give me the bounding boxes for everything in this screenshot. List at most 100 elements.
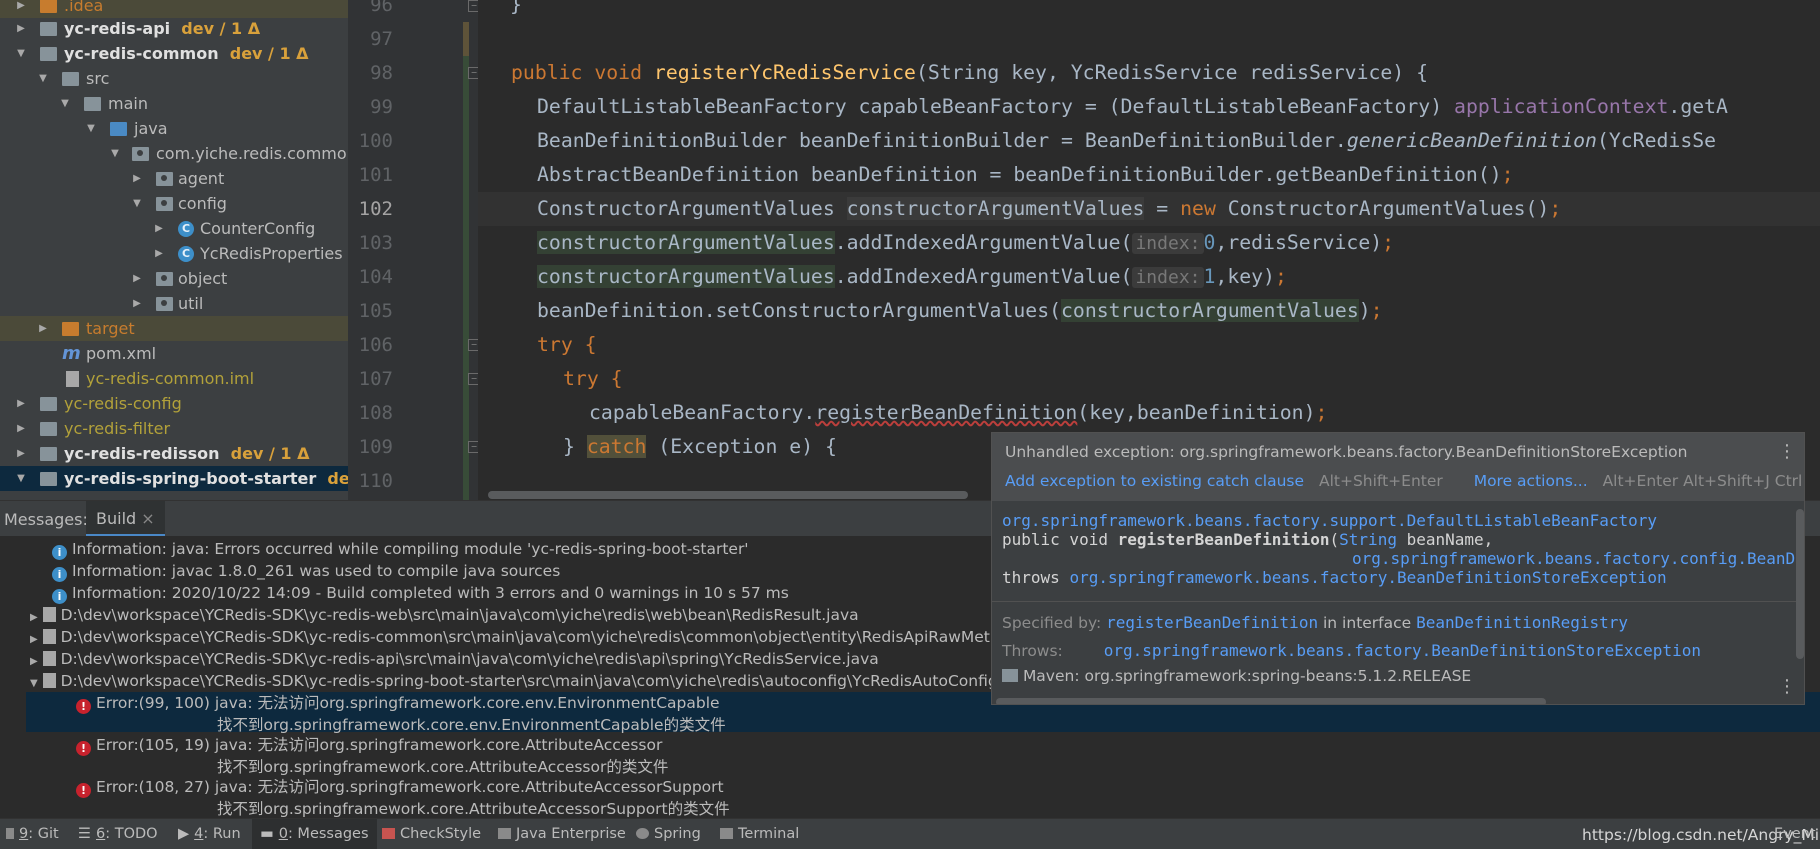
close-tab-icon[interactable]: × — [141, 509, 154, 528]
source-folder-icon — [110, 122, 127, 136]
specified-interface-link[interactable]: BeanDefinitionRegistry — [1416, 613, 1628, 632]
vcs-modified-marker[interactable] — [463, 22, 469, 56]
git-icon — [6, 828, 14, 839]
module-folder-icon — [40, 397, 57, 411]
specified-method-link[interactable]: registerBeanDefinition — [1106, 613, 1318, 632]
expand-arrow-icon[interactable]: ▶ — [152, 241, 166, 266]
tool-window-bar: 9: Git ☰ 6: TODO ▶ 4: Run ▬ 0: Messages Che… — [0, 818, 1820, 849]
doc-throws-link[interactable]: org.springframework.beans.factory.BeanDe… — [1069, 568, 1666, 587]
expand-arrow-icon[interactable]: ▶ — [14, 441, 28, 466]
line-number: 97 — [370, 28, 393, 50]
tree-item-yc-redis-common[interactable]: ▼ yc-redis-common dev / 1 Δ — [0, 41, 348, 66]
messages-icon: ▬ — [260, 826, 274, 842]
collapse-arrow-icon[interactable]: ▼ — [36, 66, 50, 91]
module-folder-icon — [40, 422, 57, 436]
tree-item-yc-redis-redisson[interactable]: ▶ yc-redis-redisson dev / 1 Δ — [0, 441, 348, 466]
more-actions-link[interactable]: More actions... — [1474, 472, 1588, 490]
module-name: yc-redis-spring-boot-starter — [64, 469, 317, 488]
package-icon — [156, 272, 173, 286]
shortcut-hint: Alt+Shift+Enter — [1318, 472, 1443, 490]
checkstyle-icon — [382, 828, 395, 839]
messages-tool-button[interactable]: ▬ 0: Messages — [252, 819, 377, 849]
code-line-104: constructorArgumentValues.addIndexedArgu… — [537, 265, 1287, 288]
tree-item-agent[interactable]: ▶ agent — [0, 166, 348, 191]
line-number: 108 — [358, 402, 393, 424]
expand-arrow-icon[interactable]: ▶ — [30, 612, 38, 623]
add-exception-action[interactable]: Add exception to existing catch clause — [1005, 472, 1304, 490]
tree-item-target[interactable]: ▶ target — [0, 316, 348, 341]
tree-item-object[interactable]: ▶ object — [0, 266, 348, 291]
tree-item-pom[interactable]: m pom.xml — [0, 341, 348, 366]
tree-item-iml[interactable]: yc-redis-common.iml — [0, 366, 348, 391]
terminal-tool-button[interactable]: Terminal — [720, 826, 799, 842]
java-enterprise-tool-button[interactable]: Java Enterprise — [498, 826, 626, 842]
tree-item-counterconfig[interactable]: ▶ C CounterConfig — [0, 216, 348, 241]
folder-icon — [40, 0, 57, 13]
java-file-icon — [42, 607, 56, 622]
expand-arrow-icon[interactable]: ▶ — [152, 216, 166, 241]
collapse-arrow-icon[interactable]: ▼ — [84, 116, 98, 141]
tree-item-util[interactable]: ▶ util — [0, 291, 348, 316]
module-folder-icon — [40, 22, 57, 36]
popup-title: Unhandled exception: org.springframework… — [1005, 443, 1688, 461]
line-number: 103 — [358, 232, 393, 254]
popup-vertical-scrollbar[interactable] — [1796, 509, 1804, 659]
expand-arrow-icon[interactable]: ▶ — [30, 634, 38, 645]
collapse-arrow-icon[interactable]: ▼ — [58, 91, 72, 116]
maven-library: Maven: org.springframework:spring-beans:… — [1022, 667, 1472, 685]
tree-item-java[interactable]: ▼ java — [0, 116, 348, 141]
line-number: 96 — [370, 0, 393, 16]
expand-arrow-icon[interactable]: ▶ — [14, 16, 28, 41]
message-error[interactable]: ! Error:(108, 27) java: 无法访问org.springfr… — [26, 776, 1820, 818]
expand-arrow-icon[interactable]: ▶ — [14, 416, 28, 441]
error-icon: ! — [76, 783, 91, 798]
popup-horizontal-scrollbar[interactable] — [996, 698, 1546, 704]
collapse-arrow-icon[interactable]: ▼ — [14, 466, 28, 491]
info-icon: i — [52, 567, 67, 582]
tree-item-src[interactable]: ▼ src — [0, 66, 348, 91]
more-menu-icon[interactable]: ⋮ — [1778, 441, 1796, 462]
expand-arrow-icon[interactable]: ▶ — [130, 291, 144, 316]
expand-arrow-icon[interactable]: ▶ — [14, 391, 28, 416]
message-error[interactable]: ! Error:(105, 19) java: 无法访问org.springfr… — [26, 734, 1820, 776]
checkstyle-tool-button[interactable]: CheckStyle — [382, 826, 481, 842]
shortcut-hint: Alt+Enter Alt+Shift+J Ctrl+Shift+C — [1602, 472, 1804, 490]
git-tool-button[interactable]: 9: Git — [6, 826, 59, 842]
editor-horizontal-scrollbar[interactable] — [488, 491, 968, 499]
parameter-hint: index: — [1132, 267, 1204, 288]
vcs-branch-badge: dev / 1 Δ — [181, 19, 261, 38]
event-log-button[interactable]: Event — [1774, 826, 1816, 842]
code-line-101: AbstractBeanDefinition beanDefinition = … — [537, 163, 1514, 186]
collapse-arrow-icon[interactable]: ▼ — [108, 141, 122, 166]
class-icon: C — [178, 246, 194, 262]
todo-tool-button[interactable]: ☰ 6: TODO — [78, 826, 158, 842]
doc-param-type-link[interactable]: org.springframework.beans.factory.config… — [1002, 549, 1804, 568]
tree-item-config[interactable]: ▼ config — [0, 191, 348, 216]
tab-build[interactable]: Build × — [86, 501, 165, 537]
tree-item-package[interactable]: ▼ com.yiche.redis.common — [0, 141, 348, 166]
spring-tool-button[interactable]: Spring — [636, 826, 701, 842]
tree-item-yc-redis-api[interactable]: ▶ yc-redis-api dev / 1 Δ — [0, 16, 348, 41]
throws-exception-link[interactable]: org.springframework.beans.factory.BeanDe… — [1104, 641, 1701, 660]
tree-item-main[interactable]: ▼ main — [0, 91, 348, 116]
tree-item-yc-redis-config[interactable]: ▶ yc-redis-config — [0, 391, 348, 416]
run-tool-button[interactable]: ▶ 4: Run — [178, 826, 241, 842]
expand-arrow-icon[interactable]: ▶ — [36, 316, 50, 341]
tree-item-ycredisproperties[interactable]: ▶ C YcRedisProperties — [0, 241, 348, 266]
tree-item-yc-redis-spring-boot-starter[interactable]: ▼ yc-redis-spring-boot-starter dev / 1 Δ — [0, 466, 348, 491]
expand-arrow-icon[interactable]: ▶ — [30, 656, 38, 667]
tree-item-yc-redis-filter[interactable]: ▶ yc-redis-filter — [0, 416, 348, 441]
parameter-hint: index: — [1132, 233, 1204, 254]
expand-arrow-icon[interactable]: ▶ — [130, 166, 144, 191]
file-icon — [66, 371, 79, 387]
expand-arrow-icon[interactable]: ▶ — [130, 266, 144, 291]
collapse-arrow-icon[interactable]: ▼ — [14, 41, 28, 66]
popup-header: Unhandled exception: org.springframework… — [992, 433, 1804, 501]
doc-menu-icon[interactable]: ⋮ — [1778, 676, 1796, 697]
doc-class-link[interactable]: org.springframework.beans.factory.suppor… — [1002, 511, 1804, 530]
code-editor[interactable]: } public void registerYcRedisService(Str… — [478, 0, 1820, 500]
vcs-added-marker[interactable] — [463, 56, 469, 500]
collapse-arrow-icon[interactable]: ▼ — [30, 678, 38, 689]
collapse-arrow-icon[interactable]: ▼ — [130, 191, 144, 216]
code-line-105: beanDefinition.setConstructorArgumentVal… — [537, 299, 1383, 322]
